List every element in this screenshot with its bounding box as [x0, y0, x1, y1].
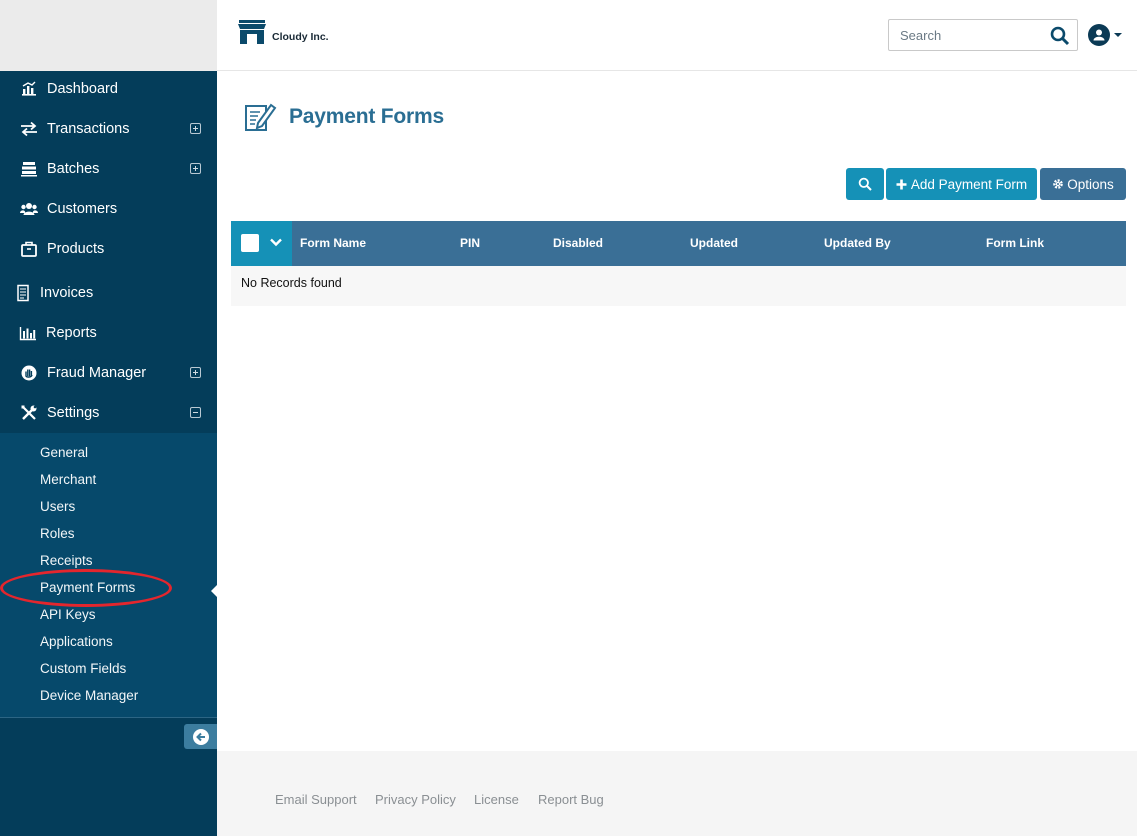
sidebar-item-invoices[interactable]: Invoices — [0, 273, 217, 313]
column-pin[interactable]: PIN — [460, 221, 480, 266]
search-icon — [858, 177, 872, 191]
brand[interactable]: Cloudy Inc. — [237, 18, 329, 46]
sidebar-item-settings[interactable]: Settings — [0, 393, 217, 433]
active-indicator — [211, 584, 218, 598]
submenu-item-users[interactable]: Users — [40, 496, 75, 518]
footer-link-privacy-policy[interactable]: Privacy Policy — [375, 792, 456, 807]
sidebar-item-label: Batches — [47, 161, 100, 177]
submenu-item-merchant[interactable]: Merchant — [40, 469, 96, 491]
sidebar-item-label: Settings — [47, 405, 100, 421]
table-header: Form Name PIN Disabled Updated Updated B… — [231, 221, 1126, 266]
options-label: Options — [1067, 176, 1114, 192]
select-all-cell — [231, 221, 292, 266]
sidebar-item-label: Reports — [46, 325, 97, 341]
submenu-item-custom-fields[interactable]: Custom Fields — [40, 658, 126, 680]
sidebar-item-transactions[interactable]: Transactions — [0, 109, 217, 149]
user-menu[interactable] — [1088, 24, 1123, 46]
top-header: Cloudy Inc. — [217, 0, 1137, 71]
customers-icon — [20, 200, 38, 218]
submenu-item-roles[interactable]: Roles — [40, 523, 75, 545]
sidebar-item-dashboard[interactable]: Dashboard — [0, 69, 217, 109]
collapse-icon[interactable] — [190, 407, 201, 418]
expand-icon[interactable] — [190, 123, 201, 134]
footer-link-report-bug[interactable]: Report Bug — [538, 792, 604, 807]
sidebar-item-label: Invoices — [40, 285, 94, 301]
search-box — [888, 19, 1078, 51]
search-input[interactable] — [900, 21, 1050, 49]
select-all-checkbox[interactable] — [241, 234, 259, 252]
options-button[interactable]: Options — [1040, 168, 1126, 200]
page-header: Payment Forms — [243, 100, 444, 134]
batches-icon — [20, 160, 38, 178]
edit-form-icon — [245, 103, 277, 131]
empty-message: No Records found — [241, 276, 342, 290]
sidebar-logo-area — [0, 0, 217, 71]
footer-link-license[interactable]: License — [474, 792, 519, 807]
gear-icon — [1053, 179, 1064, 189]
footer: Email Support Privacy Policy License Rep… — [217, 751, 1137, 836]
expand-icon[interactable] — [190, 163, 201, 174]
column-form-link[interactable]: Form Link — [986, 221, 1044, 266]
search-records-button[interactable] — [846, 168, 884, 200]
sidebar-item-label: Products — [47, 241, 105, 257]
sidebar-item-label: Customers — [47, 201, 118, 217]
sidebar-item-label: Dashboard — [47, 81, 118, 97]
add-payment-form-label: Add Payment Form — [910, 176, 1028, 192]
column-disabled[interactable]: Disabled — [553, 221, 603, 266]
user-avatar-icon — [1088, 24, 1110, 46]
submenu-item-payment-forms[interactable]: Payment Forms — [40, 577, 135, 599]
sidebar-item-fraud-manager[interactable]: Fraud Manager — [0, 353, 217, 393]
submenu-item-receipts[interactable]: Receipts — [40, 550, 93, 572]
submenu-item-applications[interactable]: Applications — [40, 631, 113, 653]
submenu-item-device-manager[interactable]: Device Manager — [40, 685, 138, 707]
caret-down-icon — [1114, 33, 1122, 37]
page-title: Payment Forms — [289, 105, 444, 128]
collapse-sidebar-button[interactable] — [184, 724, 217, 749]
sidebar-item-batches[interactable]: Batches — [0, 149, 217, 189]
sidebar-item-label: Fraud Manager — [47, 365, 147, 381]
submenu-item-api-keys[interactable]: API Keys — [40, 604, 96, 626]
products-icon — [20, 240, 38, 258]
sidebar-item-reports[interactable]: Reports — [0, 313, 217, 353]
expand-icon[interactable] — [190, 367, 201, 378]
add-payment-form-button[interactable]: Add Payment Form — [886, 168, 1037, 200]
reports-icon — [19, 324, 37, 342]
transactions-icon — [20, 120, 38, 138]
sidebar-item-customers[interactable]: Customers — [0, 189, 217, 229]
search-icon[interactable] — [1050, 26, 1070, 46]
column-updated[interactable]: Updated — [690, 221, 738, 266]
brand-name: Cloudy Inc. — [272, 31, 329, 43]
invoices-icon — [14, 284, 32, 302]
chevron-down-icon[interactable] — [269, 235, 283, 249]
sidebar-item-products[interactable]: Products — [0, 229, 217, 269]
footer-link-email-support[interactable]: Email Support — [275, 792, 357, 807]
sidebar-item-label: Transactions — [47, 121, 130, 137]
column-updated-by[interactable]: Updated By — [824, 221, 891, 266]
store-logo-icon — [238, 20, 266, 44]
dashboard-icon — [20, 80, 38, 98]
table-empty-row: No Records found — [231, 266, 1126, 306]
submenu-item-general[interactable]: General — [40, 442, 88, 464]
arrow-left-circle-icon — [192, 728, 209, 745]
fraud-icon — [20, 364, 38, 382]
column-form-name[interactable]: Form Name — [300, 221, 366, 266]
plus-icon — [896, 179, 907, 189]
sidebar-divider — [0, 717, 217, 718]
settings-icon — [20, 404, 38, 422]
